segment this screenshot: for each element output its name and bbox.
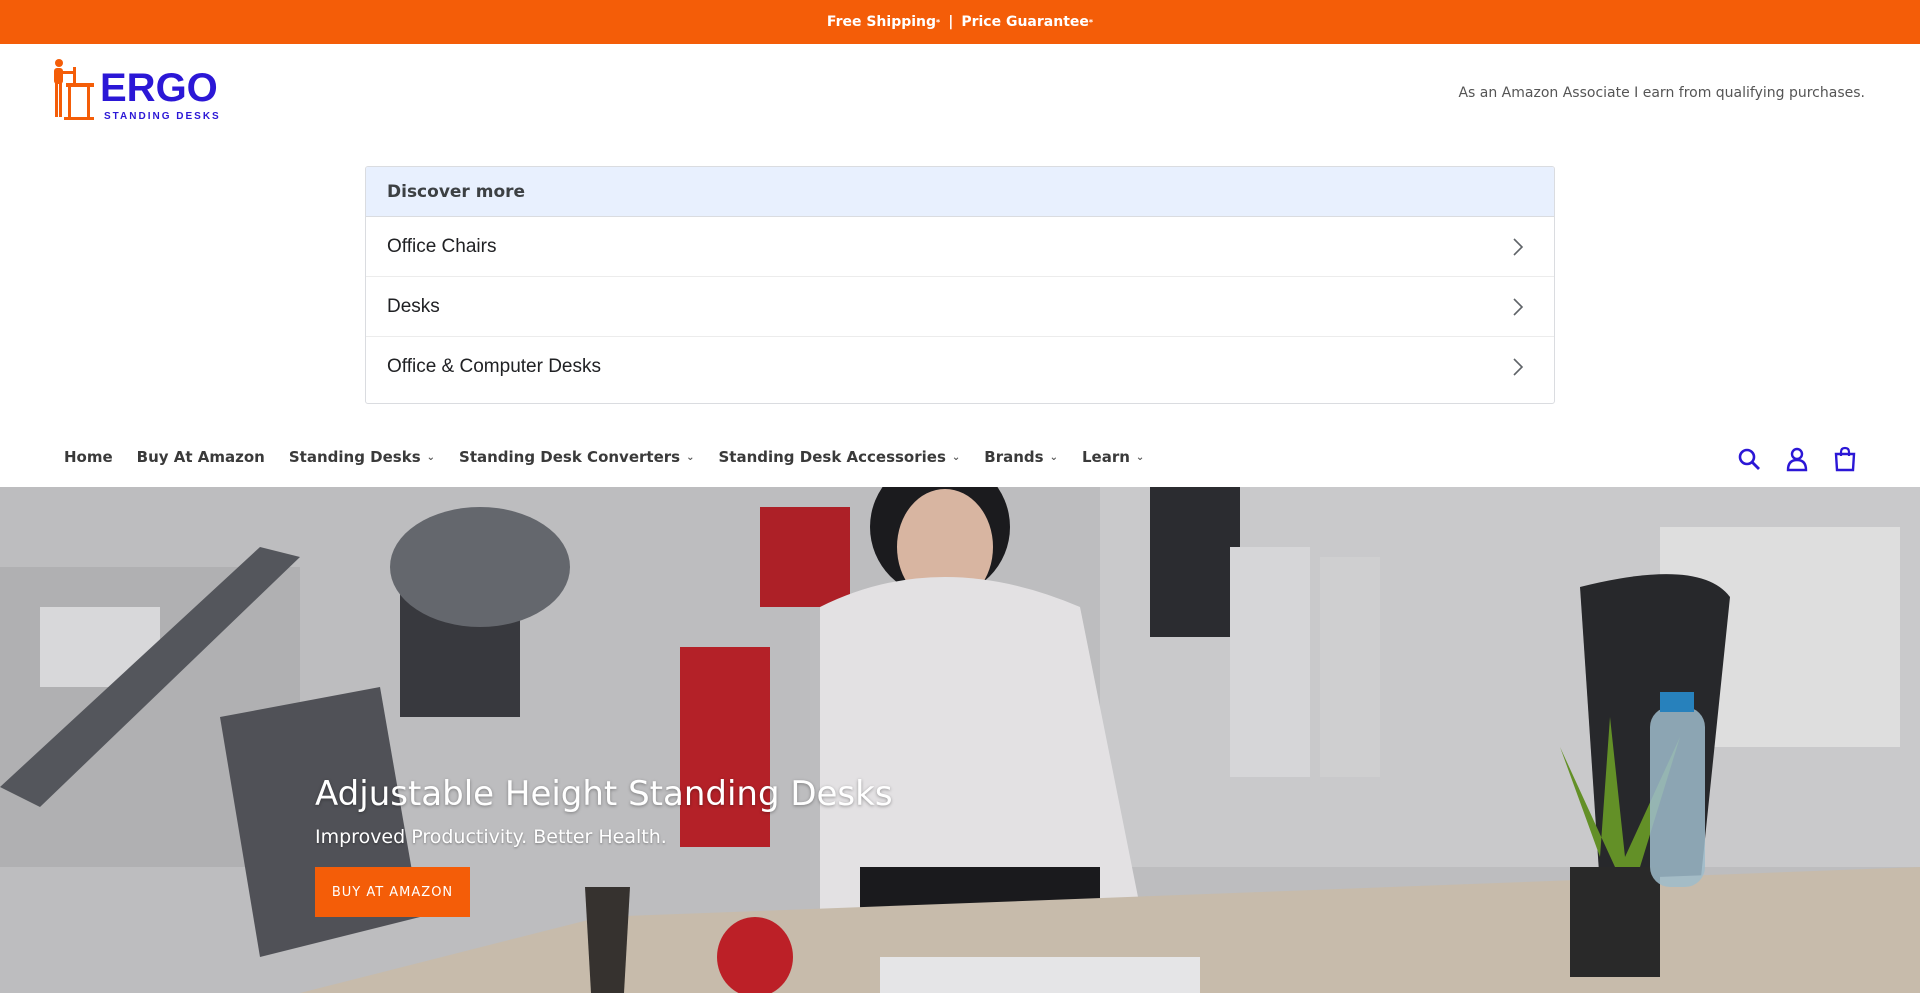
chevron-down-icon: ⌄: [1049, 451, 1058, 463]
header-icons: [1736, 446, 1858, 472]
logo-wordmark: ERGO: [100, 66, 218, 110]
price-guarantee-text: Price Guarantee: [961, 14, 1089, 30]
free-shipping-text: Free Shipping: [826, 14, 937, 30]
buy-at-amazon-button[interactable]: BUY AT AMAZON: [315, 867, 470, 917]
logo-tagline: STANDING DESKS: [104, 111, 221, 122]
search-icon[interactable]: [1736, 446, 1762, 472]
nav-learn[interactable]: Learn ⌄: [1082, 448, 1144, 466]
cart-icon[interactable]: [1832, 446, 1858, 472]
standing-desk-figure-icon: [54, 59, 94, 120]
chevron-down-icon: ⌄: [1135, 451, 1145, 463]
hero-subtitle: Improved Productivity. Better Health.: [315, 826, 667, 848]
chevron-right-icon: [1513, 237, 1524, 256]
discover-more-title: Discover more: [366, 167, 1554, 217]
hero-photo: [0, 487, 1920, 993]
nav-buy-at-amazon[interactable]: Buy At Amazon: [137, 448, 265, 466]
main-nav: Home Buy At Amazon Standing Desks ⌄ Stand…: [64, 448, 1168, 466]
nav-standing-desk-accessories[interactable]: Standing Desk Accessories ⌄: [718, 448, 960, 466]
affiliate-disclosure: As an Amazon Associate I earn from quali…: [1458, 85, 1865, 101]
chevron-right-icon: [1513, 297, 1524, 316]
nav-brands[interactable]: Brands ⌄: [984, 448, 1058, 466]
discover-item-office-computer-desks[interactable]: Office & Computer Desks: [366, 337, 1554, 397]
discover-item-desks[interactable]: Desks: [366, 277, 1554, 337]
nav-home[interactable]: Home: [64, 448, 113, 466]
site-logo[interactable]: ERGO STANDING DESKS: [52, 57, 232, 123]
chevron-right-icon: [1513, 358, 1524, 376]
chevron-down-icon: ⌄: [426, 451, 436, 463]
discover-item-office-chairs[interactable]: Office Chairs: [366, 217, 1554, 277]
announcement-bar: Free Shipping * | Price Guarantee *: [0, 0, 1920, 44]
nav-standing-desk-converters[interactable]: Standing Desk Converters ⌄: [459, 448, 694, 466]
chevron-down-icon: ⌄: [686, 451, 695, 463]
chevron-down-icon: ⌄: [951, 451, 961, 463]
discover-more-panel: Discover more Office Chairs Desks Office…: [365, 166, 1555, 404]
hero-banner: Adjustable Height Standing Desks Improve…: [0, 487, 1920, 993]
account-icon[interactable]: [1784, 446, 1810, 472]
nav-standing-desks[interactable]: Standing Desks ⌄: [289, 448, 435, 466]
hero-title: Adjustable Height Standing Desks: [315, 774, 893, 814]
